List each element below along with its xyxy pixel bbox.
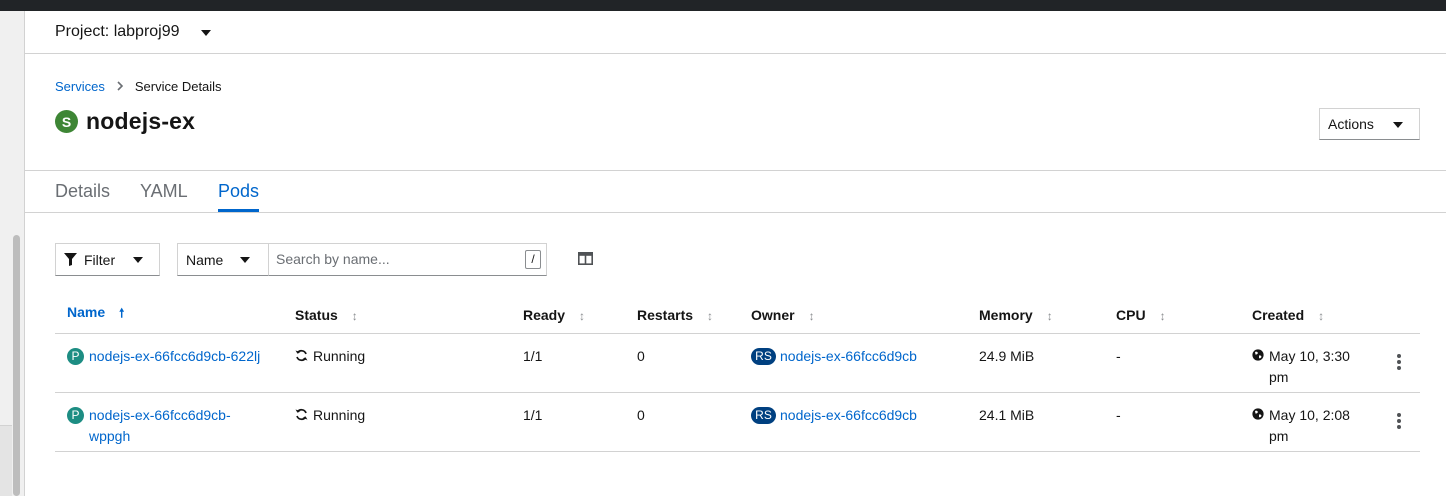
sync-icon xyxy=(295,349,308,361)
page-title: nodejs-ex xyxy=(86,108,196,134)
column-header-owner[interactable]: Owner ↕ xyxy=(751,297,979,334)
sync-icon xyxy=(295,408,308,420)
sort-icon: ↕ xyxy=(1046,308,1053,323)
status-text: Running xyxy=(313,347,366,364)
breadcrumb: Services Service Details xyxy=(55,79,222,94)
scrollbar-thumb[interactable] xyxy=(13,235,20,496)
breadcrumb-services-link[interactable]: Services xyxy=(55,79,105,94)
ready-cell: 1/1 xyxy=(523,392,637,452)
table-row: Pnodejs-ex-66fcc6d9cb-622lj Running 1/1 … xyxy=(55,333,1420,393)
memory-cell: 24.9 MiB xyxy=(979,333,1116,393)
kebab-icon[interactable] xyxy=(1394,348,1404,370)
created-date: May 10, 3:30 xyxy=(1269,347,1350,364)
restarts-cell: 0 xyxy=(637,333,751,393)
tab-pods[interactable]: Pods xyxy=(218,181,259,202)
pod-name-cell: Pnodejs-ex-66fcc6d9cb-622lj xyxy=(55,333,295,393)
tab-yaml[interactable]: YAML xyxy=(140,181,188,202)
status-cell: Running xyxy=(295,392,523,452)
filter-type-label: Name xyxy=(186,252,224,268)
pod-link[interactable]: nodejs-ex-66fcc6d9cb-wppgh xyxy=(89,405,279,447)
search-field: / xyxy=(268,243,547,276)
pod-badge: P xyxy=(67,406,84,424)
filter-label: Filter xyxy=(84,251,116,268)
created-cell: May 10, 3:30 pm xyxy=(1252,333,1420,393)
pods-table: Name 🠕 Status ↕ Ready ↕ Restarts ↕ Owner ↕ Me… xyxy=(55,297,1420,452)
caret-down-icon xyxy=(240,257,250,263)
created-cell: May 10, 2:08 pm xyxy=(1252,392,1420,452)
actions-dropdown[interactable]: Actions xyxy=(1319,108,1420,140)
filter-type-select[interactable]: Name xyxy=(177,243,269,276)
replicaset-badge: RS xyxy=(751,347,776,365)
owner-link[interactable]: nodejs-ex-66fcc6d9cb xyxy=(780,348,917,364)
table-row: Pnodejs-ex-66fcc6d9cb-wppgh Running 1/1 … xyxy=(55,392,1420,452)
created-ampm: pm xyxy=(1269,427,1289,444)
memory-cell: 24.1 MiB xyxy=(979,392,1116,452)
column-header-cpu[interactable]: CPU ↕ xyxy=(1116,297,1252,334)
active-tab-indicator xyxy=(218,209,259,212)
tab-details[interactable]: Details xyxy=(55,181,110,202)
search-input[interactable] xyxy=(269,244,509,274)
replicaset-badge: RS xyxy=(751,406,776,424)
restarts-cell: 0 xyxy=(637,392,751,452)
column-header-restarts[interactable]: Restarts ↕ xyxy=(637,297,751,334)
sort-asc-icon: 🠕 xyxy=(119,306,125,321)
globe-icon xyxy=(1252,407,1264,420)
cpu-cell: - xyxy=(1116,392,1252,452)
service-badge: S xyxy=(55,110,78,133)
kebab-icon[interactable] xyxy=(1394,407,1404,429)
page-heading: S nodejs-ex xyxy=(55,108,195,135)
sort-icon: ↕ xyxy=(707,308,714,323)
globe-icon xyxy=(1252,348,1264,361)
project-bar: Project: labproj99 xyxy=(25,11,1446,54)
project-selector[interactable]: Project: labproj99 xyxy=(55,23,180,41)
column-header-created[interactable]: Created ↕ xyxy=(1252,297,1420,334)
caret-down-icon[interactable] xyxy=(201,30,211,36)
pod-badge: P xyxy=(67,347,84,365)
created-ampm: pm xyxy=(1269,368,1289,385)
caret-down-icon xyxy=(1393,122,1403,128)
masthead xyxy=(0,0,1446,11)
sort-icon: ↕ xyxy=(808,308,815,323)
columns-icon[interactable] xyxy=(578,252,593,265)
tab-bar: Details YAML Pods xyxy=(25,171,1446,213)
table-header-row: Name 🠕 Status ↕ Ready ↕ Restarts ↕ Owner ↕ Me… xyxy=(55,297,1420,334)
actions-label: Actions xyxy=(1328,116,1374,132)
status-text: Running xyxy=(313,406,366,423)
pod-link[interactable]: nodejs-ex-66fcc6d9cb-622lj xyxy=(89,346,279,367)
sort-icon: ↕ xyxy=(579,308,586,323)
status-cell: Running xyxy=(295,333,523,393)
filter-dropdown[interactable]: Filter xyxy=(55,243,160,276)
created-date: May 10, 2:08 xyxy=(1269,406,1350,423)
sort-icon: ↕ xyxy=(351,308,358,323)
sort-icon: ↕ xyxy=(1318,308,1325,323)
cpu-cell: - xyxy=(1116,333,1252,393)
chevron-right-icon xyxy=(117,80,124,94)
keyboard-shortcut-hint: / xyxy=(525,250,541,269)
owner-link[interactable]: nodejs-ex-66fcc6d9cb xyxy=(780,407,917,423)
breadcrumb-current: Service Details xyxy=(134,79,222,94)
owner-cell: RS nodejs-ex-66fcc6d9cb xyxy=(751,333,979,393)
owner-cell: RS nodejs-ex-66fcc6d9cb xyxy=(751,392,979,452)
column-header-status[interactable]: Status ↕ xyxy=(295,297,523,334)
pod-name-cell: Pnodejs-ex-66fcc6d9cb-wppgh xyxy=(55,392,295,452)
ready-cell: 1/1 xyxy=(523,333,637,393)
sort-icon: ↕ xyxy=(1159,308,1166,323)
scrollbar-track-lower xyxy=(0,425,12,496)
filter-icon xyxy=(64,253,77,266)
column-header-name[interactable]: Name 🠕 xyxy=(55,297,295,334)
column-header-memory[interactable]: Memory ↕ xyxy=(979,297,1116,334)
caret-down-icon xyxy=(133,257,143,263)
column-header-ready[interactable]: Ready ↕ xyxy=(523,297,637,334)
